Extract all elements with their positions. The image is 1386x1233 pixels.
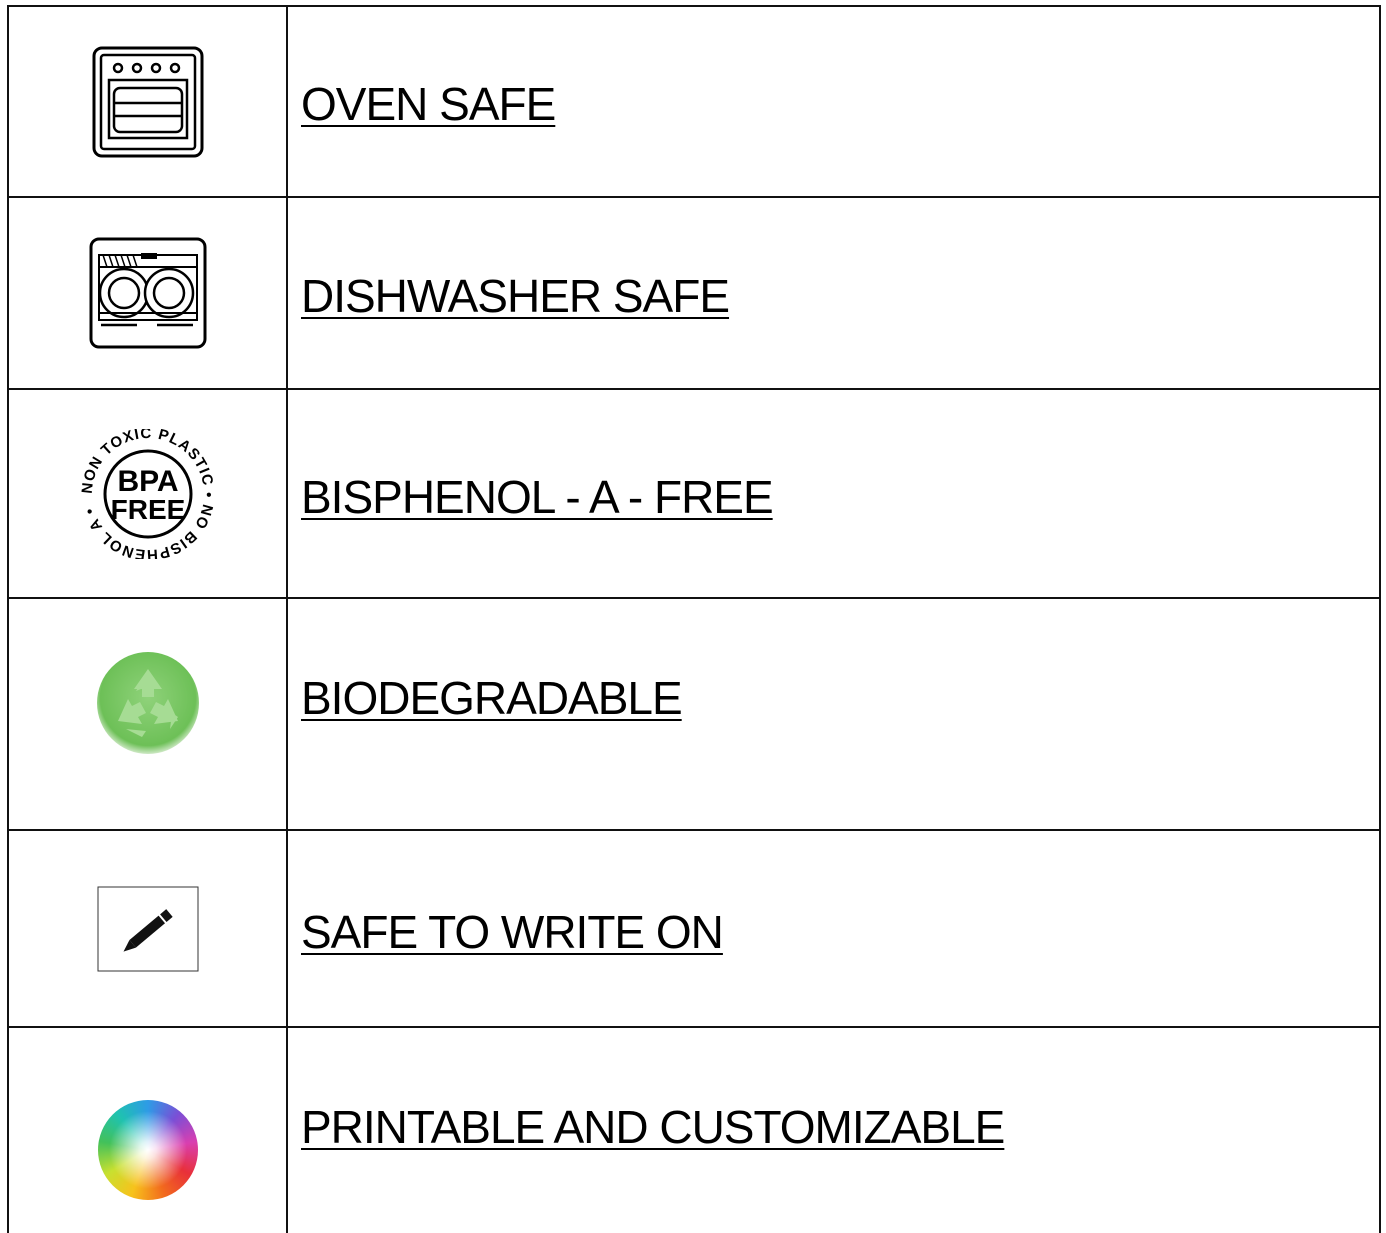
feature-label-safe-to-write-on[interactable]: SAFE TO WRITE ON [301,909,724,955]
label-cell: SAFE TO WRITE ON [301,831,1379,1026]
icon-cell [9,599,287,829]
label-cell: BISPHENOL - A - FREE [301,390,1379,597]
label-cell: DISHWASHER SAFE [301,198,1379,388]
feature-label-printable-customizable[interactable]: PRINTABLE AND CUSTOMIZABLE [301,1104,1005,1150]
feature-label-bpa-free[interactable]: BISPHENOL - A - FREE [301,474,774,520]
color-wheel-icon [98,1100,198,1200]
label-cell: OVEN SAFE [301,7,1379,196]
icon-cell [9,831,287,1026]
bpa-free-seal-icon: NON TOXIC PLASTIC • NO BISPHENOL A • BPA… [79,429,216,559]
icon-cell: NON TOXIC PLASTIC • NO BISPHENOL A • BPA… [9,390,287,597]
table-row: NON TOXIC PLASTIC • NO BISPHENOL A • BPA… [9,390,1379,597]
features-table: OVEN SAFE DISHWASHER SAFE NON TOXIC PLAS… [0,0,1386,1233]
label-cell: PRINTABLE AND CUSTOMIZABLE [301,1028,1379,1233]
icon-cell [9,7,287,196]
table-row: SAFE TO WRITE ON [9,831,1379,1026]
feature-label-biodegradable[interactable]: BIODEGRADABLE [301,675,683,721]
label-cell: BIODEGRADABLE [301,599,1379,829]
feature-label-dishwasher-safe[interactable]: DISHWASHER SAFE [301,273,730,319]
icon-cell [9,198,287,388]
feature-label-oven-safe[interactable]: OVEN SAFE [301,81,556,127]
pencil-icon [97,886,199,971]
bpa-seal-line2: FREE [111,494,186,525]
table-row: PRINTABLE AND CUSTOMIZABLE [9,1028,1379,1233]
table-border-right [1379,5,1381,1233]
dishwasher-icon [89,237,207,349]
table-row: OVEN SAFE [9,7,1379,196]
table-row: DISHWASHER SAFE [9,198,1379,388]
recycle-icon [97,652,199,754]
table-row: BIODEGRADABLE [9,599,1379,829]
icon-cell [9,1028,287,1233]
oven-icon [92,46,204,157]
